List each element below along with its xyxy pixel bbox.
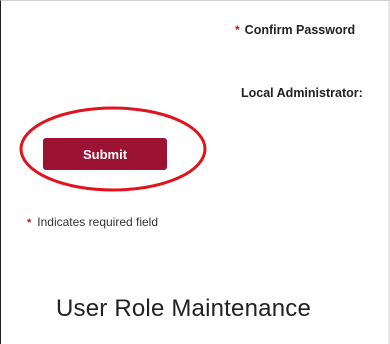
page-frame: * Confirm Password Local Administrator: S… [0, 0, 390, 344]
confirm-password-text: Confirm Password [244, 23, 356, 37]
required-note-text: Indicates required field [37, 215, 159, 229]
section-title: User Role Maintenance [56, 295, 311, 322]
required-star: * [235, 23, 240, 37]
required-star: * [27, 217, 32, 229]
local-administrator-label: Local Administrator: [241, 86, 363, 100]
confirm-password-label: * Confirm Password [235, 23, 355, 37]
submit-button[interactable]: Submit [43, 138, 167, 170]
required-field-note: * Indicates required field [27, 215, 158, 229]
